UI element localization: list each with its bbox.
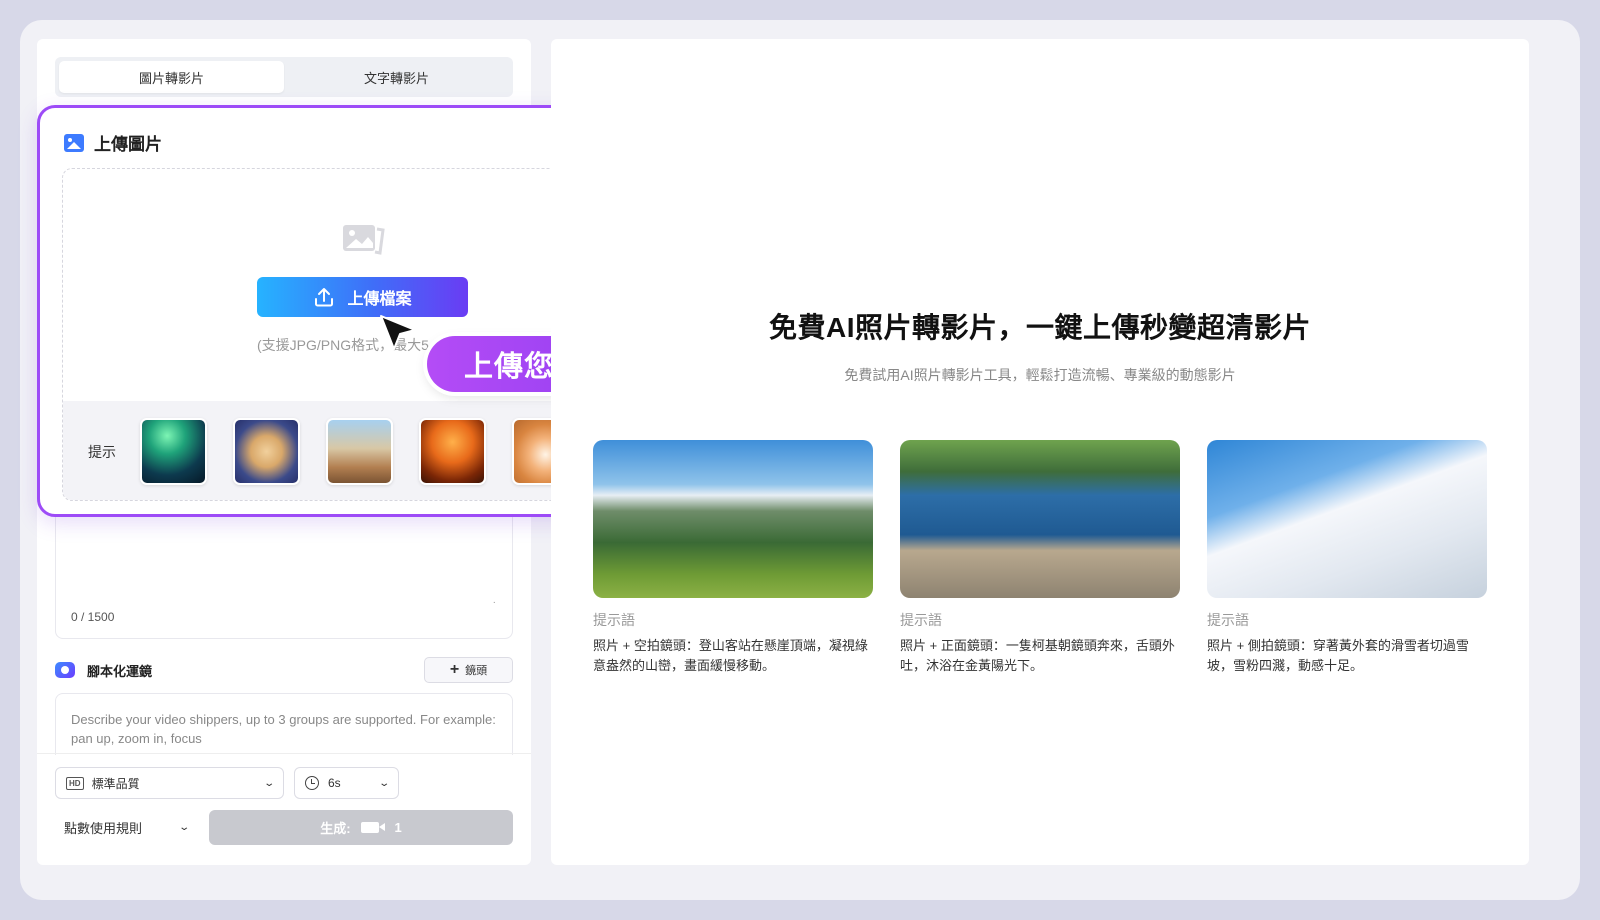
duration-select[interactable]: 6s ⌄: [294, 767, 399, 799]
prompt-input[interactable]: · 0 / 1500: [55, 505, 513, 639]
hints-label: 提示: [88, 443, 116, 460]
clock-icon: [305, 776, 319, 790]
mode-tabs: 圖片轉影片 文字轉影片: [55, 57, 513, 97]
char-count: 0 / 1500: [71, 610, 115, 624]
example-desc: 照片 + 空拍鏡頭：登山客站在懸崖頂端，凝視綠意盎然的山巒，畫面緩慢移動。: [593, 638, 868, 673]
tab-text-to-video[interactable]: 文字轉影片: [284, 61, 509, 93]
example-card[interactable]: 提示語 照片 + 正面鏡頭：一隻柯基朝鏡頭奔來，舌頭外吐，沐浴在金黃陽光下。: [900, 440, 1180, 676]
quality-select[interactable]: HD 標準品質 ⌄: [55, 767, 284, 799]
video-camera-icon: [360, 822, 385, 833]
hd-icon: HD: [66, 776, 84, 790]
example-label: 提示語: [1207, 612, 1249, 628]
hint-thumb-aurora[interactable]: [140, 418, 207, 485]
hero-title: 免費AI照片轉影片，一鍵上傳秒變超清影片: [768, 312, 1311, 343]
generate-cost: 1: [394, 820, 402, 835]
example-image-ski: [1207, 440, 1487, 598]
generate-label: 生成:: [320, 821, 351, 836]
divider: [37, 753, 531, 754]
chevron-down-icon: ⌄: [177, 821, 190, 833]
quality-value: 標準品質: [91, 776, 140, 791]
duration-value: 6s: [328, 776, 341, 790]
example-card[interactable]: 提示語 照片 + 空拍鏡頭：登山客站在懸崖頂端，凝視綠意盎然的山巒，畫面緩慢移動…: [593, 440, 873, 676]
resize-handle[interactable]: ·: [493, 597, 496, 608]
camera-title: 腳本化運鏡: [87, 663, 153, 679]
image-icon: [64, 133, 84, 152]
upload-icon: [315, 288, 334, 307]
credit-rules-select[interactable]: 點數使用規則 ⌄: [64, 812, 194, 842]
tab-image-to-video[interactable]: 圖片轉影片: [59, 61, 284, 93]
example-desc: 照片 + 正面鏡頭：一隻柯基朝鏡頭奔來，舌頭外吐，沐浴在金黃陽光下。: [900, 638, 1175, 673]
example-image-mountain: [593, 440, 873, 598]
hero-subtitle: 免費試用AI照片轉影片工具，輕鬆打造流暢、專業級的動態影片: [844, 367, 1236, 383]
example-image-corgi: [900, 440, 1180, 598]
plus-icon: +: [449, 661, 460, 678]
hint-thumb-bear[interactable]: [233, 418, 300, 485]
generate-button[interactable]: 生成: 1: [209, 810, 513, 845]
example-card[interactable]: 提示語 照片 + 側拍鏡頭：穿著黃外套的滑雪者切過雪坡，雪粉四濺，動感十足。: [1207, 440, 1487, 676]
example-desc: 照片 + 側拍鏡頭：穿著黃外套的滑雪者切過雪坡，雪粉四濺，動感十足。: [1207, 638, 1469, 673]
add-lens-button[interactable]: + 鏡頭: [424, 657, 513, 683]
example-label: 提示語: [900, 612, 942, 628]
camera-section: 腳本化運鏡 + 鏡頭: [55, 655, 513, 685]
hint-thumb-bike[interactable]: [326, 418, 393, 485]
upload-file-label: 上傳檔案: [347, 291, 412, 308]
upload-header: 上傳圖片: [64, 130, 162, 155]
upload-title: 上傳圖片: [94, 135, 162, 154]
chevron-down-icon: ⌄: [377, 777, 390, 789]
image-placeholder-icon: [343, 225, 385, 255]
chevron-down-icon: ⌄: [262, 777, 275, 789]
camera-icon: [55, 662, 75, 678]
add-lens-label: 鏡頭: [465, 665, 488, 677]
example-label: 提示語: [593, 612, 635, 628]
hint-thumb-perfume[interactable]: [419, 418, 486, 485]
camera-description-input[interactable]: Describe your video shippers, up to 3 gr…: [55, 693, 513, 755]
mouse-cursor-icon: [380, 315, 416, 350]
credit-rules-label: 點數使用規則: [64, 820, 143, 836]
upload-file-button[interactable]: 上傳檔案: [257, 277, 468, 317]
